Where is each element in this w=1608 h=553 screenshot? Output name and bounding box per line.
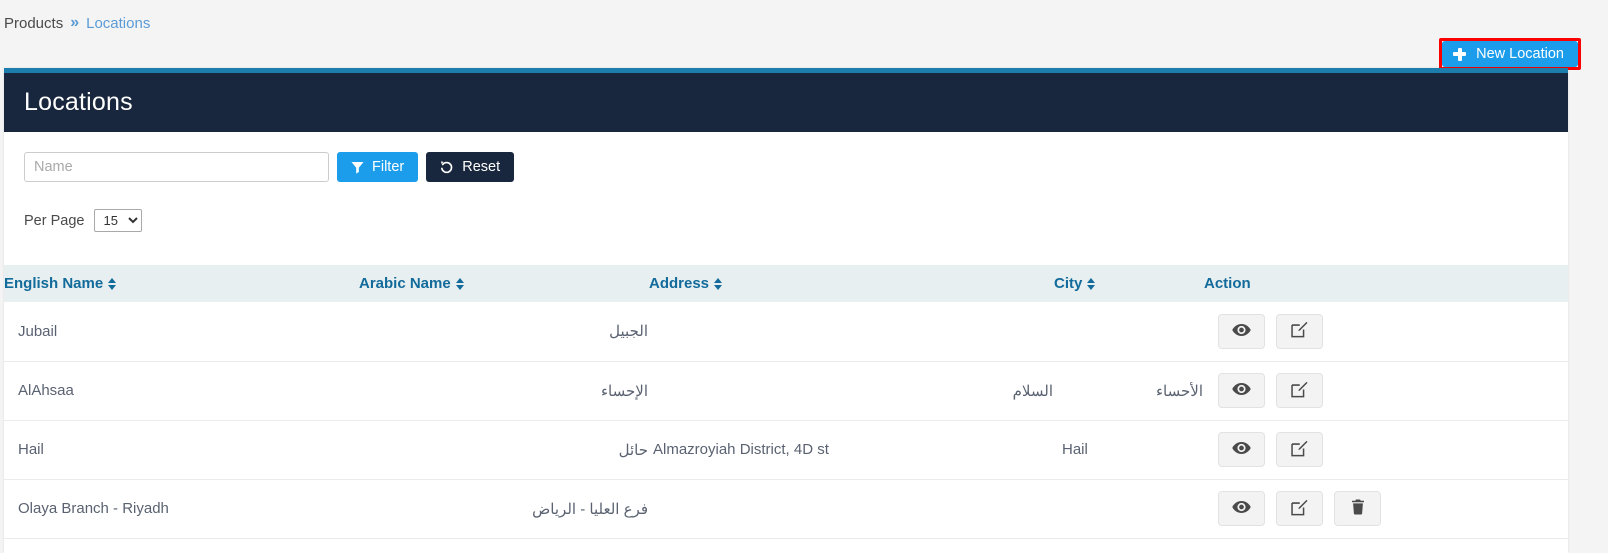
row-actions — [1218, 432, 1567, 467]
delete-button[interactable] — [1334, 491, 1381, 526]
edit-button[interactable] — [1276, 373, 1323, 408]
filter-row: Filter Reset — [24, 152, 1568, 182]
table-row: Olaya Branch - Riyadh فرع العليا - الريا… — [4, 479, 1568, 539]
row-actions — [1218, 313, 1567, 349]
locations-panel: Locations Filter — [4, 68, 1568, 553]
eye-icon — [1232, 323, 1251, 340]
cell-actions — [1204, 361, 1568, 421]
breadcrumb-item-products[interactable]: Products — [4, 15, 63, 32]
cell-arabic-name: الإحساء — [359, 361, 649, 421]
breadcrumb-item-locations[interactable]: Locations — [86, 15, 150, 32]
cell-city — [1054, 479, 1204, 539]
per-page-select[interactable]: 15 — [94, 209, 143, 232]
filter-button-label: Filter — [372, 159, 405, 175]
per-page-row: Per Page 15 — [24, 209, 1568, 232]
per-page-label: Per Page — [24, 212, 85, 229]
sort-icon[interactable] — [108, 277, 117, 291]
table-head: English Name Arabic Name Address City Ac… — [4, 265, 1568, 302]
filter-area: Filter Reset Per Page 15 — [4, 132, 1568, 232]
cell-address: Almazroyiah District, 4D st — [649, 420, 1054, 480]
plus-icon — [1453, 47, 1467, 61]
edit-pencil-icon — [1291, 440, 1308, 460]
row-actions — [1218, 373, 1567, 408]
panel-header: Locations — [4, 73, 1568, 132]
name-search-input[interactable] — [24, 152, 329, 182]
table-header-row: English Name Arabic Name Address City Ac… — [4, 265, 1568, 302]
view-button[interactable] — [1218, 373, 1265, 408]
view-button[interactable] — [1218, 313, 1265, 349]
undo-icon — [440, 160, 454, 174]
cell-arabic-name: فرع العليا - الرياض — [359, 479, 649, 539]
locations-table: English Name Arabic Name Address City Ac… — [4, 265, 1568, 539]
column-label: Action — [1204, 275, 1251, 292]
edit-button[interactable] — [1276, 432, 1323, 467]
cell-english-name: Olaya Branch - Riyadh — [4, 479, 359, 539]
cell-address — [649, 302, 1054, 362]
edit-pencil-icon — [1291, 499, 1308, 519]
page-root: Products » Locations New Location Locati… — [0, 0, 1608, 553]
row-actions — [1218, 491, 1567, 526]
column-header-city[interactable]: City — [1054, 265, 1204, 302]
cell-address: السلام — [649, 361, 1054, 421]
column-header-action: Action — [1204, 265, 1568, 302]
column-label: English Name — [4, 275, 104, 292]
breadcrumb-separator-icon: » — [70, 14, 80, 31]
column-label: City — [1054, 275, 1083, 292]
new-location-label: New Location — [1476, 46, 1564, 62]
table-row: AlAhsaa الإحساء السلام الأحساء — [4, 361, 1568, 421]
column-header-arabic-name[interactable]: Arabic Name — [359, 265, 649, 302]
funnel-icon — [351, 161, 364, 174]
eye-icon — [1232, 500, 1251, 517]
view-button[interactable] — [1218, 491, 1265, 526]
cell-actions — [1204, 302, 1568, 362]
page-title: Locations — [24, 88, 133, 116]
edit-pencil-icon — [1291, 381, 1308, 401]
edit-pencil-icon — [1291, 321, 1308, 341]
reset-button-label: Reset — [462, 159, 501, 175]
edit-button[interactable] — [1276, 491, 1323, 526]
cell-city: Hail — [1054, 420, 1204, 480]
cell-actions — [1204, 420, 1568, 480]
cell-english-name: Hail — [4, 420, 359, 480]
eye-icon — [1232, 382, 1251, 399]
table-row: Hail حائل Almazroyiah District, 4D st Ha… — [4, 420, 1568, 480]
filter-button[interactable]: Filter — [337, 152, 419, 182]
column-header-english-name[interactable]: English Name — [4, 265, 359, 302]
cell-city — [1054, 302, 1204, 362]
trash-icon — [1351, 499, 1365, 518]
cell-address — [649, 479, 1054, 539]
new-location-highlight: New Location — [1439, 38, 1581, 70]
view-button[interactable] — [1218, 432, 1265, 467]
cell-english-name: Jubail — [4, 302, 359, 362]
sort-icon[interactable] — [714, 277, 723, 291]
cell-arabic-name: الجبيل — [359, 302, 649, 362]
cell-arabic-name: حائل — [359, 420, 649, 480]
cell-city: الأحساء — [1054, 361, 1204, 421]
column-header-address[interactable]: Address — [649, 265, 1054, 302]
new-location-button[interactable]: New Location — [1442, 41, 1578, 67]
breadcrumb: Products » Locations — [0, 10, 150, 36]
sort-icon[interactable] — [455, 277, 465, 291]
column-label: Address — [649, 275, 710, 292]
column-label: Arabic Name — [359, 275, 451, 292]
edit-button[interactable] — [1276, 313, 1323, 349]
eye-icon — [1232, 441, 1251, 458]
table-body: Jubail الجبيل AlAhsaa الإحساء السلام الأ… — [4, 302, 1568, 539]
table-row: Jubail الجبيل — [4, 302, 1568, 362]
cell-english-name: AlAhsaa — [4, 361, 359, 421]
sort-icon[interactable] — [1087, 277, 1096, 291]
cell-actions — [1204, 479, 1568, 539]
reset-button[interactable]: Reset — [426, 152, 515, 182]
